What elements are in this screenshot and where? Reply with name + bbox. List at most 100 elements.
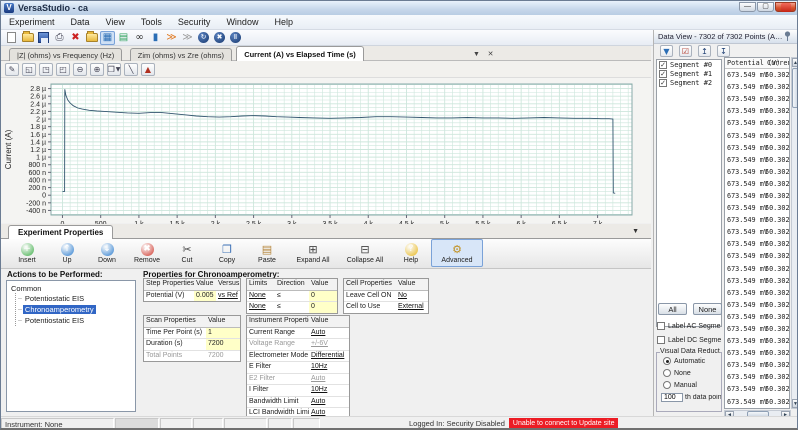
menu-security[interactable]: Security: [170, 17, 219, 27]
table-row[interactable]: 673.549 mV50.302: [725, 142, 789, 154]
tree-item-2[interactable]: –Potentiostatic EIS: [16, 315, 135, 326]
menu-view[interactable]: View: [98, 17, 133, 27]
zoom-out-button[interactable]: ⊖: [73, 63, 87, 76]
all-button[interactable]: All: [658, 303, 687, 315]
property-cell[interactable]: vs Ref: [216, 291, 240, 302]
label-ac-segments-checkbox[interactable]: Label AC Segments: [657, 322, 721, 330]
maximize-button[interactable]: ▢: [757, 2, 774, 12]
property-cell[interactable]: 0: [309, 302, 337, 313]
save-button[interactable]: [36, 31, 51, 45]
table-row[interactable]: 673.549 mV50.302: [725, 238, 789, 250]
menu-window[interactable]: Window: [218, 17, 266, 27]
panel-button[interactable]: ▮: [148, 31, 163, 45]
tree-item-0[interactable]: –Potentiostatic EIS: [16, 293, 135, 304]
tab-close-button[interactable]: ✕: [485, 49, 496, 59]
column-header-current[interactable]: Current: [765, 58, 790, 68]
table-row[interactable]: 673.549 mV50.302: [725, 311, 789, 323]
tree-item-1[interactable]: –Chronoamperometry: [16, 304, 135, 315]
table-row[interactable]: 673.549 mV50.302: [725, 154, 789, 166]
run-button[interactable]: ↻: [196, 31, 211, 45]
checkbox-icon[interactable]: ✓: [659, 79, 667, 87]
property-cell[interactable]: No: [396, 291, 428, 302]
panel-dropdown-icon[interactable]: ▼: [632, 228, 639, 235]
table-vertical-scrollbar[interactable]: ▲ ▼: [791, 57, 798, 409]
menu-help[interactable]: Help: [266, 17, 301, 27]
checkbox-icon[interactable]: ✓: [659, 70, 667, 78]
scroll-bottom-button[interactable]: ↧: [717, 45, 730, 57]
axis-auto-button[interactable]: ◰: [56, 63, 70, 76]
expand-all-button[interactable]: ⊞Expand All: [287, 239, 339, 267]
table-row[interactable]: 673.549 mV50.302: [725, 359, 789, 371]
minimize-button[interactable]: —: [739, 2, 756, 12]
vdr-radio-automatic[interactable]: Automatic: [663, 357, 721, 365]
cut-button[interactable]: ✂Cut: [167, 239, 207, 267]
property-cell[interactable]: 7200: [206, 339, 240, 350]
remove-button[interactable]: ✖Remove: [127, 239, 167, 267]
pin-icon[interactable]: [784, 31, 791, 43]
table-row[interactable]: 673.549 mV50.302: [725, 81, 789, 93]
edit-data-button[interactable]: ☑: [679, 45, 692, 57]
print-button[interactable]: ⎙: [52, 31, 67, 45]
advance-button[interactable]: ≫: [164, 31, 179, 45]
segment-item-0[interactable]: ✓Segment #0: [657, 60, 721, 69]
vdr-radio-none[interactable]: None: [663, 369, 721, 377]
table-row[interactable]: 673.549 mV50.302: [725, 69, 789, 81]
skip-button[interactable]: ≫: [180, 31, 195, 45]
update-error-badge[interactable]: Unable to connect to Update site: [509, 418, 619, 430]
column-header-potential[interactable]: Potential (V): [725, 58, 765, 68]
browse-button[interactable]: [84, 31, 99, 45]
data-view-toggle-button[interactable]: ▦: [100, 31, 115, 45]
table-row[interactable]: 673.549 mV50.302: [725, 117, 789, 129]
table-row[interactable]: 673.549 mV50.302: [725, 166, 789, 178]
scroll-top-button[interactable]: ↥: [698, 45, 711, 57]
find-button[interactable]: ∞: [132, 31, 147, 45]
table-row[interactable]: 673.549 mV50.302: [725, 383, 789, 395]
insert-button[interactable]: +Insert: [7, 239, 47, 267]
collapse-all-button[interactable]: ⊟Collapse All: [339, 239, 391, 267]
table-row[interactable]: 673.549 mV50.302: [725, 347, 789, 359]
tree-root-common[interactable]: Common: [11, 284, 135, 293]
data-reduction-input[interactable]: [661, 393, 683, 402]
marker-tool-button[interactable]: ▲: [141, 63, 155, 76]
stop-button[interactable]: ✖: [212, 31, 227, 45]
copy-chart-button[interactable]: ❐▼: [107, 63, 121, 76]
property-cell[interactable]: Auto: [309, 328, 349, 339]
scrollbar-thumb[interactable]: [792, 68, 798, 108]
table-row[interactable]: 673.549 mV50.302: [725, 323, 789, 335]
table-row[interactable]: 673.549 mV50.302: [725, 190, 789, 202]
table-row[interactable]: 673.549 mV50.302: [725, 129, 789, 141]
table-row[interactable]: 673.549 mV50.302: [725, 396, 789, 408]
menu-experiment[interactable]: Experiment: [1, 17, 63, 27]
property-cell[interactable]: 10Hz: [309, 362, 349, 373]
table-row[interactable]: 673.549 mV50.302: [725, 178, 789, 190]
chart-tab-0[interactable]: |Z| (ohms) vs Frequency (Hz): [9, 48, 122, 61]
table-row[interactable]: 673.549 mV50.302: [725, 226, 789, 238]
table-row[interactable]: 673.549 mV50.302: [725, 371, 789, 383]
advanced-button[interactable]: ⚙Advanced: [431, 239, 483, 267]
menu-tools[interactable]: Tools: [133, 17, 170, 27]
dropdown-arrow-icon[interactable]: ▼: [116, 66, 121, 73]
property-cell[interactable]: None: [247, 302, 275, 313]
property-cell[interactable]: 0.005: [194, 291, 216, 302]
chart-tab-2[interactable]: Current (A) vs Elapsed Time (s): [236, 46, 364, 61]
scroll-down-arrow-icon[interactable]: ▼: [792, 399, 798, 408]
table-row[interactable]: 673.549 mV50.302: [725, 202, 789, 214]
edit-chart-button[interactable]: ✎: [5, 63, 19, 76]
property-cell[interactable]: 10Hz: [309, 385, 349, 396]
property-cell[interactable]: None: [247, 291, 275, 302]
zoom-in-button[interactable]: ⊕: [90, 63, 104, 76]
table-row[interactable]: 673.549 mV50.302: [725, 250, 789, 262]
property-cell[interactable]: External: [396, 302, 428, 313]
table-row[interactable]: 673.549 mV50.302: [725, 299, 789, 311]
property-cell[interactable]: Auto: [309, 397, 349, 408]
property-cell[interactable]: 0: [309, 291, 337, 302]
new-file-button[interactable]: [4, 31, 19, 45]
property-cell[interactable]: 1: [206, 328, 240, 339]
open-button[interactable]: [20, 31, 35, 45]
vdr-radio-manual[interactable]: Manual: [663, 381, 721, 389]
current-vs-time-chart[interactable]: 05001 k1.5 k2 k2.5 k3 k3.5 k4 k4.5 k5 k5…: [1, 78, 651, 224]
paste-button[interactable]: ▤Paste: [247, 239, 287, 267]
chart-tab-1[interactable]: Zim (ohms) vs Zre (ohms): [130, 48, 232, 61]
copy-button[interactable]: ❐Copy: [207, 239, 247, 267]
help-button[interactable]: ?Help: [391, 239, 431, 267]
